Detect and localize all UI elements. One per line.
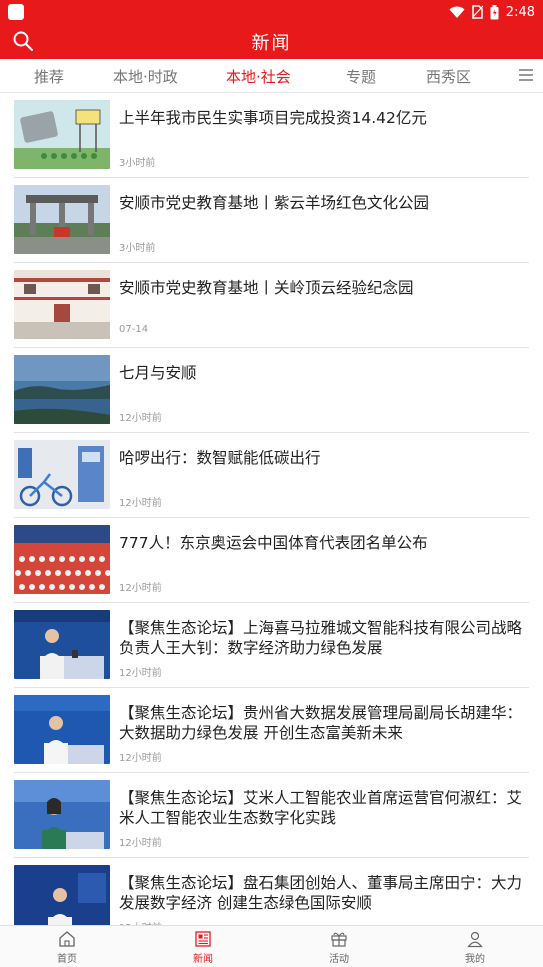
news-item[interactable]: 777人！东京奥运会中国体育代表团名单公布 12小时前 [14, 518, 529, 603]
news-time: 12小时前 [119, 413, 162, 424]
nav-activity-label: 活动 [329, 954, 349, 965]
news-thumbnail [14, 695, 110, 764]
news-title: 安顺市党史教育基地丨关岭顶云经验纪念园 [119, 279, 414, 297]
news-thumbnail [14, 780, 110, 849]
news-thumbnail [14, 355, 110, 424]
news-time: 3小时前 [119, 158, 156, 169]
app-notification-icon [8, 4, 24, 20]
news-thumbnail [14, 100, 110, 169]
no-sim-icon [471, 5, 483, 19]
tab-recommend[interactable]: 推荐 [34, 66, 64, 87]
nav-profile-label: 我的 [465, 954, 485, 965]
home-icon [59, 931, 75, 947]
news-thumbnail [14, 525, 110, 594]
news-time: 12小时前 [119, 753, 162, 764]
news-thumbnail [14, 270, 110, 339]
tab-xixiu-district[interactable]: 西秀区 [426, 66, 471, 87]
news-thumbnail [14, 865, 110, 934]
bottom-nav: 首页 新闻 活动 我的 [0, 925, 543, 967]
news-time: 07-14 [119, 324, 149, 335]
news-item[interactable]: 哈啰出行：数智赋能低碳出行 12小时前 [14, 433, 529, 518]
tab-local-society[interactable]: 本地·社会 [226, 66, 291, 87]
status-time: 2:48 [505, 4, 535, 20]
nav-home-label: 首页 [57, 954, 77, 965]
news-title: 【聚焦生态论坛】贵州省大数据发展管理局副局长胡建华：大数据助力绿色发展 开创生态… [119, 704, 523, 742]
news-thumbnail [14, 440, 110, 509]
nav-home[interactable]: 首页 [37, 930, 97, 965]
news-item[interactable]: 【聚焦生态论坛】上海喜马拉雅城文智能科技有限公司战略负责人王大钊：数字经济助力绿… [14, 603, 529, 688]
nav-news[interactable]: 新闻 [173, 930, 233, 965]
news-thumbnail [14, 185, 110, 254]
news-item[interactable]: 【聚焦生态论坛】艾米人工智能农业首席运营官何淑红：艾米人工智能农业生态数字化实践… [14, 773, 529, 858]
news-title: 【聚焦生态论坛】上海喜马拉雅城文智能科技有限公司战略负责人王大钊：数字经济助力绿… [119, 619, 523, 657]
news-title: 七月与安顺 [119, 364, 197, 382]
news-time: 3小时前 [119, 243, 156, 254]
gift-icon [331, 932, 347, 947]
news-thumbnail [14, 610, 110, 679]
battery-icon [490, 4, 499, 19]
category-tabs: 推荐 本地·时政 本地·社会 专题 西秀区 [0, 59, 543, 93]
news-title: 【聚焦生态论坛】艾米人工智能农业首席运营官何淑红：艾米人工智能农业生态数字化实践 [119, 789, 523, 827]
news-title: 上半年我市民生实事项目完成投资14.42亿元 [119, 109, 427, 127]
news-title: 安顺市党史教育基地丨紫云羊场红色文化公园 [119, 194, 430, 212]
news-icon [195, 931, 211, 947]
news-time: 12小时前 [119, 583, 162, 594]
nav-activity[interactable]: 活动 [309, 930, 369, 965]
news-item[interactable]: 安顺市党史教育基地丨紫云羊场红色文化公园 3小时前 [14, 178, 529, 263]
status-icons: 2:48 [449, 2, 535, 22]
nav-profile[interactable]: 我的 [445, 930, 505, 965]
status-bar: 2:48 [0, 0, 543, 24]
user-icon [467, 931, 483, 948]
news-item[interactable]: 七月与安顺 12小时前 [14, 348, 529, 433]
news-time: 12小时前 [119, 838, 162, 849]
app-header: 新闻 [0, 24, 543, 59]
news-time: 12小时前 [119, 668, 162, 679]
tab-topics[interactable]: 专题 [346, 66, 376, 87]
news-title: 哈啰出行：数智赋能低碳出行 [119, 449, 321, 467]
news-item[interactable]: 安顺市党史教育基地丨关岭顶云经验纪念园 07-14 [14, 263, 529, 348]
nav-news-label: 新闻 [193, 954, 213, 965]
news-time: 12小时前 [119, 498, 162, 509]
wifi-icon [449, 6, 465, 18]
news-title: 777人！东京奥运会中国体育代表团名单公布 [119, 534, 428, 552]
news-item[interactable]: 【聚焦生态论坛】贵州省大数据发展管理局副局长胡建华：大数据助力绿色发展 开创生态… [14, 688, 529, 773]
news-title: 【聚焦生态论坛】盘石集团创始人、董事局主席田宁：大力发展数字经济 创建生态绿色国… [119, 874, 523, 912]
news-item[interactable]: 上半年我市民生实事项目完成投资14.42亿元 3小时前 [14, 93, 529, 178]
tab-menu-icon[interactable] [519, 69, 533, 81]
page-title: 新闻 [251, 33, 292, 54]
tab-local-politics[interactable]: 本地·时政 [113, 66, 178, 87]
